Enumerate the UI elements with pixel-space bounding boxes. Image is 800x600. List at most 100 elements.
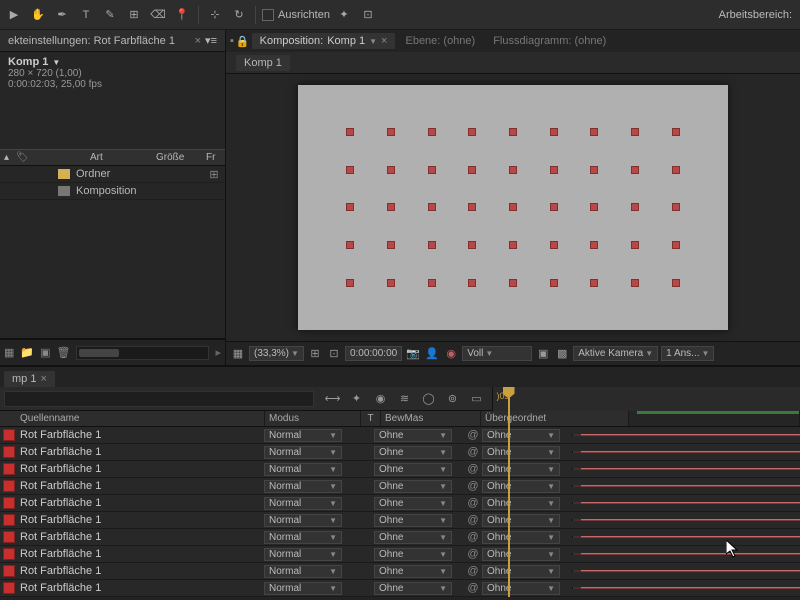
layer-name[interactable]: Rot Farbfläche 1 <box>18 531 264 543</box>
parent-dropdown[interactable]: Ohne▼ <box>482 548 560 561</box>
parent-dropdown[interactable]: Ohne▼ <box>482 446 560 459</box>
project-item-folder[interactable]: Ordner ⊞ <box>0 166 225 183</box>
always-preview-icon[interactable]: ▦ <box>230 346 246 362</box>
col-parent[interactable]: Übergeordnet <box>481 411 629 426</box>
eraser-tool-icon[interactable]: ⌫ <box>148 5 168 25</box>
close-icon[interactable]: × <box>381 35 387 47</box>
layer-track[interactable] <box>572 519 800 521</box>
quality-dropdown[interactable]: Voll ▼ <box>462 346 532 361</box>
col-name[interactable]: Art <box>32 152 156 163</box>
composition-viewer[interactable] <box>226 74 800 341</box>
layer-row[interactable]: Rot Farbfläche 1Normal▼Ohne▼@Ohne▼ <box>0 546 800 563</box>
mode-dropdown[interactable]: Normal▼ <box>264 531 342 544</box>
layer-track[interactable] <box>572 553 800 555</box>
roi-icon[interactable]: ▣ <box>535 346 551 362</box>
panel-menu-icon[interactable]: ▾≡ <box>205 34 217 47</box>
layer-row[interactable]: Rot Farbfläche 1Normal▼Ohne▼@Ohne▼ <box>0 512 800 529</box>
timeline-tab[interactable]: mp 1 × <box>4 371 55 387</box>
axis-tool-icon[interactable]: ⊹ <box>205 5 225 25</box>
guides-icon[interactable]: ⊡ <box>326 346 342 362</box>
dropdown-icon[interactable]: ▼ <box>52 58 60 67</box>
new-comp-icon[interactable]: ▣ <box>40 346 50 359</box>
layer-color-swatch[interactable] <box>3 463 15 475</box>
breadcrumb-item[interactable]: Komp 1 <box>236 55 290 71</box>
layer-name[interactable]: Rot Farbfläche 1 <box>18 480 264 492</box>
layer-name[interactable]: Rot Farbfläche 1 <box>18 565 264 577</box>
project-panel-tab[interactable]: ekteinstellungen: Rot Farbfläche 1 × ▾≡ <box>0 30 225 52</box>
layer-track[interactable] <box>572 502 800 504</box>
text-tool-icon[interactable]: T <box>76 5 96 25</box>
bewmas-dropdown[interactable]: Ohne▼ <box>374 480 452 493</box>
new-folder-icon[interactable]: 📁 <box>20 346 34 359</box>
parent-dropdown[interactable]: Ohne▼ <box>482 531 560 544</box>
mode-dropdown[interactable]: Normal▼ <box>264 548 342 561</box>
grid-icon[interactable]: ⊞ <box>307 346 323 362</box>
scrollbar-horizontal[interactable] <box>76 346 209 360</box>
dropdown-icon[interactable]: ▼ <box>369 37 377 46</box>
layer-color-swatch[interactable] <box>3 582 15 594</box>
brainstorm-icon[interactable]: ◯ <box>420 392 438 405</box>
mode-dropdown[interactable]: Normal▼ <box>264 497 342 510</box>
layer-color-swatch[interactable] <box>3 429 15 441</box>
layer-color-swatch[interactable] <box>3 531 15 543</box>
layer-track[interactable] <box>572 468 800 470</box>
bpc-icon[interactable]: ▦ <box>4 346 14 359</box>
layer-row[interactable]: Rot Farbfläche 1Normal▼Ohne▼@Ohne▼ <box>0 478 800 495</box>
layer-name[interactable]: Rot Farbfläche 1 <box>18 497 264 509</box>
grid-snap-icon[interactable]: ⊡ <box>358 5 378 25</box>
parent-pickwhip-icon[interactable]: @ <box>464 582 482 594</box>
parent-dropdown[interactable]: Ohne▼ <box>482 582 560 595</box>
layer-color-swatch[interactable] <box>3 548 15 560</box>
col-size[interactable]: Größe <box>156 152 206 163</box>
time-ruler[interactable]: )0s <box>492 387 800 411</box>
col-fr[interactable]: Fr <box>206 152 221 163</box>
layer-name[interactable]: Rot Farbfläche 1 <box>18 429 264 441</box>
layer-color-swatch[interactable] <box>3 497 15 509</box>
parent-pickwhip-icon[interactable]: @ <box>464 531 482 543</box>
layer-track[interactable] <box>572 485 800 487</box>
mode-dropdown[interactable]: Normal▼ <box>264 514 342 527</box>
mode-dropdown[interactable]: Normal▼ <box>264 565 342 578</box>
parent-pickwhip-icon[interactable]: @ <box>464 497 482 509</box>
parent-pickwhip-icon[interactable]: @ <box>464 463 482 475</box>
views-dropdown[interactable]: 1 Ans... ▼ <box>661 346 714 361</box>
bewmas-dropdown[interactable]: Ohne▼ <box>374 531 452 544</box>
layer-name[interactable]: Rot Farbfläche 1 <box>18 514 264 526</box>
mode-dropdown[interactable]: Normal▼ <box>264 463 342 476</box>
layer-row[interactable]: Rot Farbfläche 1Normal▼Ohne▼@Ohne▼ <box>0 563 800 580</box>
transparency-icon[interactable]: ▩ <box>554 346 570 362</box>
layer-row[interactable]: Rot Farbfläche 1Normal▼Ohne▼@Ohne▼ <box>0 495 800 512</box>
scroll-right-icon[interactable]: ▸ <box>215 346 221 359</box>
parent-dropdown[interactable]: Ohne▼ <box>482 463 560 476</box>
parent-pickwhip-icon[interactable]: @ <box>464 565 482 577</box>
draft3d-icon[interactable]: ✦ <box>348 392 366 405</box>
align-checkbox[interactable] <box>262 9 274 21</box>
layer-row[interactable]: Rot Farbfläche 1Normal▼Ohne▼@Ohne▼ <box>0 444 800 461</box>
frame-blend-icon[interactable]: ◉ <box>372 392 390 405</box>
mode-dropdown[interactable]: Normal▼ <box>264 446 342 459</box>
layer-track[interactable] <box>572 451 800 453</box>
close-icon[interactable]: × <box>195 35 201 47</box>
layer-color-swatch[interactable] <box>3 480 15 492</box>
sort-icon[interactable]: ▴ <box>4 152 16 163</box>
tab-flowchart[interactable]: Flussdiagramm: (ohne) <box>485 33 614 49</box>
col-mode[interactable]: Modus <box>265 411 361 426</box>
layer-name[interactable]: Rot Farbfläche 1 <box>18 463 264 475</box>
timeline-search-input[interactable] <box>4 391 314 407</box>
bewmas-dropdown[interactable]: Ohne▼ <box>374 463 452 476</box>
tab-composition[interactable]: Komposition: Komp 1 ▼ × <box>252 33 396 49</box>
bewmas-dropdown[interactable]: Ohne▼ <box>374 514 452 527</box>
timecode-display[interactable]: 0:00:00:00 <box>345 346 402 361</box>
pen-tool-icon[interactable]: ✒ <box>52 5 72 25</box>
parent-pickwhip-icon[interactable]: @ <box>464 429 482 441</box>
bewmas-dropdown[interactable]: Ohne▼ <box>374 429 452 442</box>
col-t[interactable]: T <box>361 411 381 426</box>
layer-name[interactable]: Rot Farbfläche 1 <box>18 582 264 594</box>
tag-icon[interactable]: 🏷 <box>16 152 32 163</box>
mode-dropdown[interactable]: Normal▼ <box>264 429 342 442</box>
layer-color-swatch[interactable] <box>3 514 15 526</box>
project-item-comp[interactable]: Komposition <box>0 183 225 200</box>
bewmas-dropdown[interactable]: Ohne▼ <box>374 582 452 595</box>
graph-icon[interactable]: ⊚ <box>444 392 462 405</box>
rotate-tool-icon[interactable]: ↻ <box>229 5 249 25</box>
